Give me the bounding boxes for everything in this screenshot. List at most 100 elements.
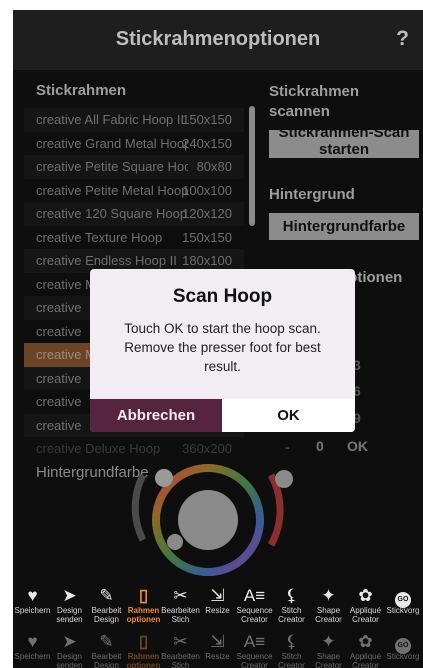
- tool-label: Design senden: [56, 606, 83, 624]
- scroll-thumb[interactable]: [249, 106, 255, 226]
- title-bar: Stickrahmenoptionen ?: [13, 10, 423, 70]
- scan-button-line: Stickrahmen-Scan: [278, 130, 410, 141]
- stitch-creator-button[interactable]: ⚸ Stitch Creator: [272, 630, 311, 668]
- tool-label: Bearbeiten Stich: [161, 606, 200, 624]
- tool-label: Design senden: [56, 652, 83, 668]
- edit-design-button[interactable]: ✎ Bearbeit Design: [87, 584, 126, 628]
- hoop-icon: ▯: [138, 586, 149, 605]
- background-color-button[interactable]: Hintergrundfarbe: [269, 213, 419, 240]
- dialog-message: Touch OK to start the hoop scan. Remove …: [124, 321, 321, 374]
- background-heading: Hintergrund: [269, 186, 355, 203]
- hoop-list-heading: Stickrahmen: [36, 82, 127, 99]
- color-preview: [178, 490, 238, 550]
- stitch-creator-icon: ⚸: [285, 632, 298, 651]
- tool-label: Speichern: [14, 606, 51, 615]
- hoop-size: 120x120: [182, 206, 232, 221]
- hue-right-handle[interactable]: [275, 470, 293, 488]
- sequence-creator-button[interactable]: A≡ Sequence Creator: [235, 630, 274, 668]
- grid-ok-button[interactable]: OK: [347, 438, 368, 454]
- applique-creator-button[interactable]: ✿ Appliqué Creator: [346, 630, 385, 668]
- page-title: Stickrahmenoptionen: [115, 28, 321, 50]
- hue-left-arc[interactable]: [131, 473, 147, 542]
- hoop-list-item[interactable]: creative Grand Metal Hoop 240x150: [24, 132, 244, 156]
- hoop-list-item[interactable]: creative Petite Metal Hoop 100x100: [24, 179, 244, 203]
- hoop-name: creative Petite Metal Hoop: [36, 182, 188, 198]
- send-design-button[interactable]: ➤ Design senden: [50, 630, 89, 668]
- tool-label: Stitch Creator: [278, 652, 305, 668]
- shape-creator-button[interactable]: ✦ Shape Creator: [309, 584, 348, 628]
- help-button[interactable]: ?: [396, 27, 409, 51]
- tool-label: Sequence Creator: [236, 606, 273, 624]
- save-button[interactable]: ♥ Speichern: [13, 584, 52, 628]
- heart-icon: ♥: [27, 586, 38, 605]
- tool-label: Stitch Creator: [278, 606, 305, 624]
- tool-label: Bearbeit Design: [91, 606, 122, 624]
- edit-stitch-button[interactable]: ✂ Bearbeiten Stich: [161, 630, 200, 668]
- start-hoop-scan-button[interactable]: Stickrahmen-Scan starten: [269, 130, 419, 158]
- hoop-name: creative Texture Hoop: [36, 229, 163, 245]
- hoop-list-item[interactable]: creative Petite Square Hoop 80x80: [24, 155, 244, 179]
- hoop-name: creative All Fabric Hoop II: [36, 112, 185, 127]
- hoop-size: 100x100: [182, 182, 232, 198]
- scan-heading-line: Stickrahmen: [269, 83, 360, 100]
- tool-label: Stickvorg: [386, 652, 420, 661]
- edit-design-button[interactable]: ✎ Bearbeit Design: [87, 630, 126, 668]
- hoop-size: 80x80: [196, 159, 232, 174]
- shape-creator-button[interactable]: ✦ Shape Creator: [309, 630, 348, 668]
- hoop-size: 150x150: [182, 112, 232, 127]
- edit-stitch-icon: ✂: [173, 586, 188, 605]
- hoop-list-item[interactable]: creative Texture Hoop 150x150: [24, 226, 244, 250]
- edit-stitch-icon: ✂: [173, 632, 188, 651]
- shape-creator-icon: ✦: [321, 586, 336, 605]
- applique-creator-icon: ✿: [358, 632, 373, 651]
- hoop-size: 240x150: [182, 135, 232, 151]
- color-wheel[interactable]: [121, 420, 296, 595]
- hoop-options-button[interactable]: ▯ Rahmen optionen: [124, 630, 163, 668]
- scan-heading: Stickrahmen scannen: [269, 82, 359, 122]
- cancel-button[interactable]: Abbrechen: [90, 399, 222, 432]
- hoop-name: creative: [36, 417, 82, 433]
- tool-label: Stickvorg: [386, 606, 420, 615]
- send-icon: ➤: [62, 586, 77, 605]
- resize-icon: ⇲: [210, 586, 225, 605]
- hoop-size: 150x150: [182, 229, 232, 245]
- stitch-creator-icon: ⚸: [285, 586, 298, 605]
- applique-creator-button[interactable]: ✿ Appliqué Creator: [346, 584, 385, 628]
- sequence-creator-icon: A≡: [243, 586, 266, 605]
- hoop-options-button[interactable]: ▯ Rahmen optionen: [124, 584, 163, 628]
- resize-icon: ⇲: [210, 632, 225, 651]
- hoop-name: creative: [36, 300, 82, 315]
- hoop-list-item[interactable]: creative All Fabric Hoop II 150x150: [24, 108, 244, 132]
- stitch-out-button[interactable]: GO Stickvorg: [383, 630, 423, 668]
- tool-label: Sequence Creator: [236, 652, 273, 668]
- tool-label: Appliqué Creator: [349, 652, 382, 668]
- hue-left-handle[interactable]: [155, 469, 173, 487]
- tool-label: Speichern: [14, 652, 51, 661]
- hoop-name: creative: [36, 370, 82, 386]
- edit-stitch-button[interactable]: ✂ Bearbeiten Stich: [161, 584, 200, 628]
- send-icon: ➤: [62, 632, 77, 651]
- stitch-out-button[interactable]: GO Stickvorg: [383, 584, 423, 628]
- hoop-name: creative Petite Square Hoop: [36, 159, 188, 174]
- stitch-creator-button[interactable]: ⚸ Stitch Creator: [272, 584, 311, 628]
- hue-ring-handle[interactable]: [167, 534, 183, 550]
- sequence-creator-button[interactable]: A≡ Sequence Creator: [235, 584, 274, 628]
- edit-design-icon: ✎: [99, 632, 114, 651]
- hoop-list-item[interactable]: creative 120 Square Hoop 120x120: [24, 202, 244, 226]
- hoop-name: creative Grand Metal Hoop: [36, 135, 188, 151]
- tool-label: Rahmen optionen: [126, 606, 161, 624]
- hoop-icon: ▯: [138, 632, 149, 651]
- applique-creator-icon: ✿: [358, 586, 373, 605]
- edit-design-icon: ✎: [99, 586, 114, 605]
- shape-creator-icon: ✦: [321, 632, 336, 651]
- tool-label: Rahmen optionen: [126, 652, 161, 668]
- send-design-button[interactable]: ➤ Design senden: [50, 584, 89, 628]
- resize-button[interactable]: ⇲ Resize: [198, 584, 237, 628]
- scan-heading-line: scannen: [269, 103, 330, 120]
- ok-button[interactable]: OK: [222, 399, 355, 432]
- resize-button[interactable]: ⇲ Resize: [198, 630, 237, 668]
- bottom-toolbar: ♥ Speichern ➤ Design senden ✎ Bearbeit Desi…: [13, 584, 423, 628]
- save-button[interactable]: ♥ Speichern: [13, 630, 52, 668]
- heart-icon: ♥: [27, 632, 38, 651]
- tool-label: Resize: [205, 606, 230, 615]
